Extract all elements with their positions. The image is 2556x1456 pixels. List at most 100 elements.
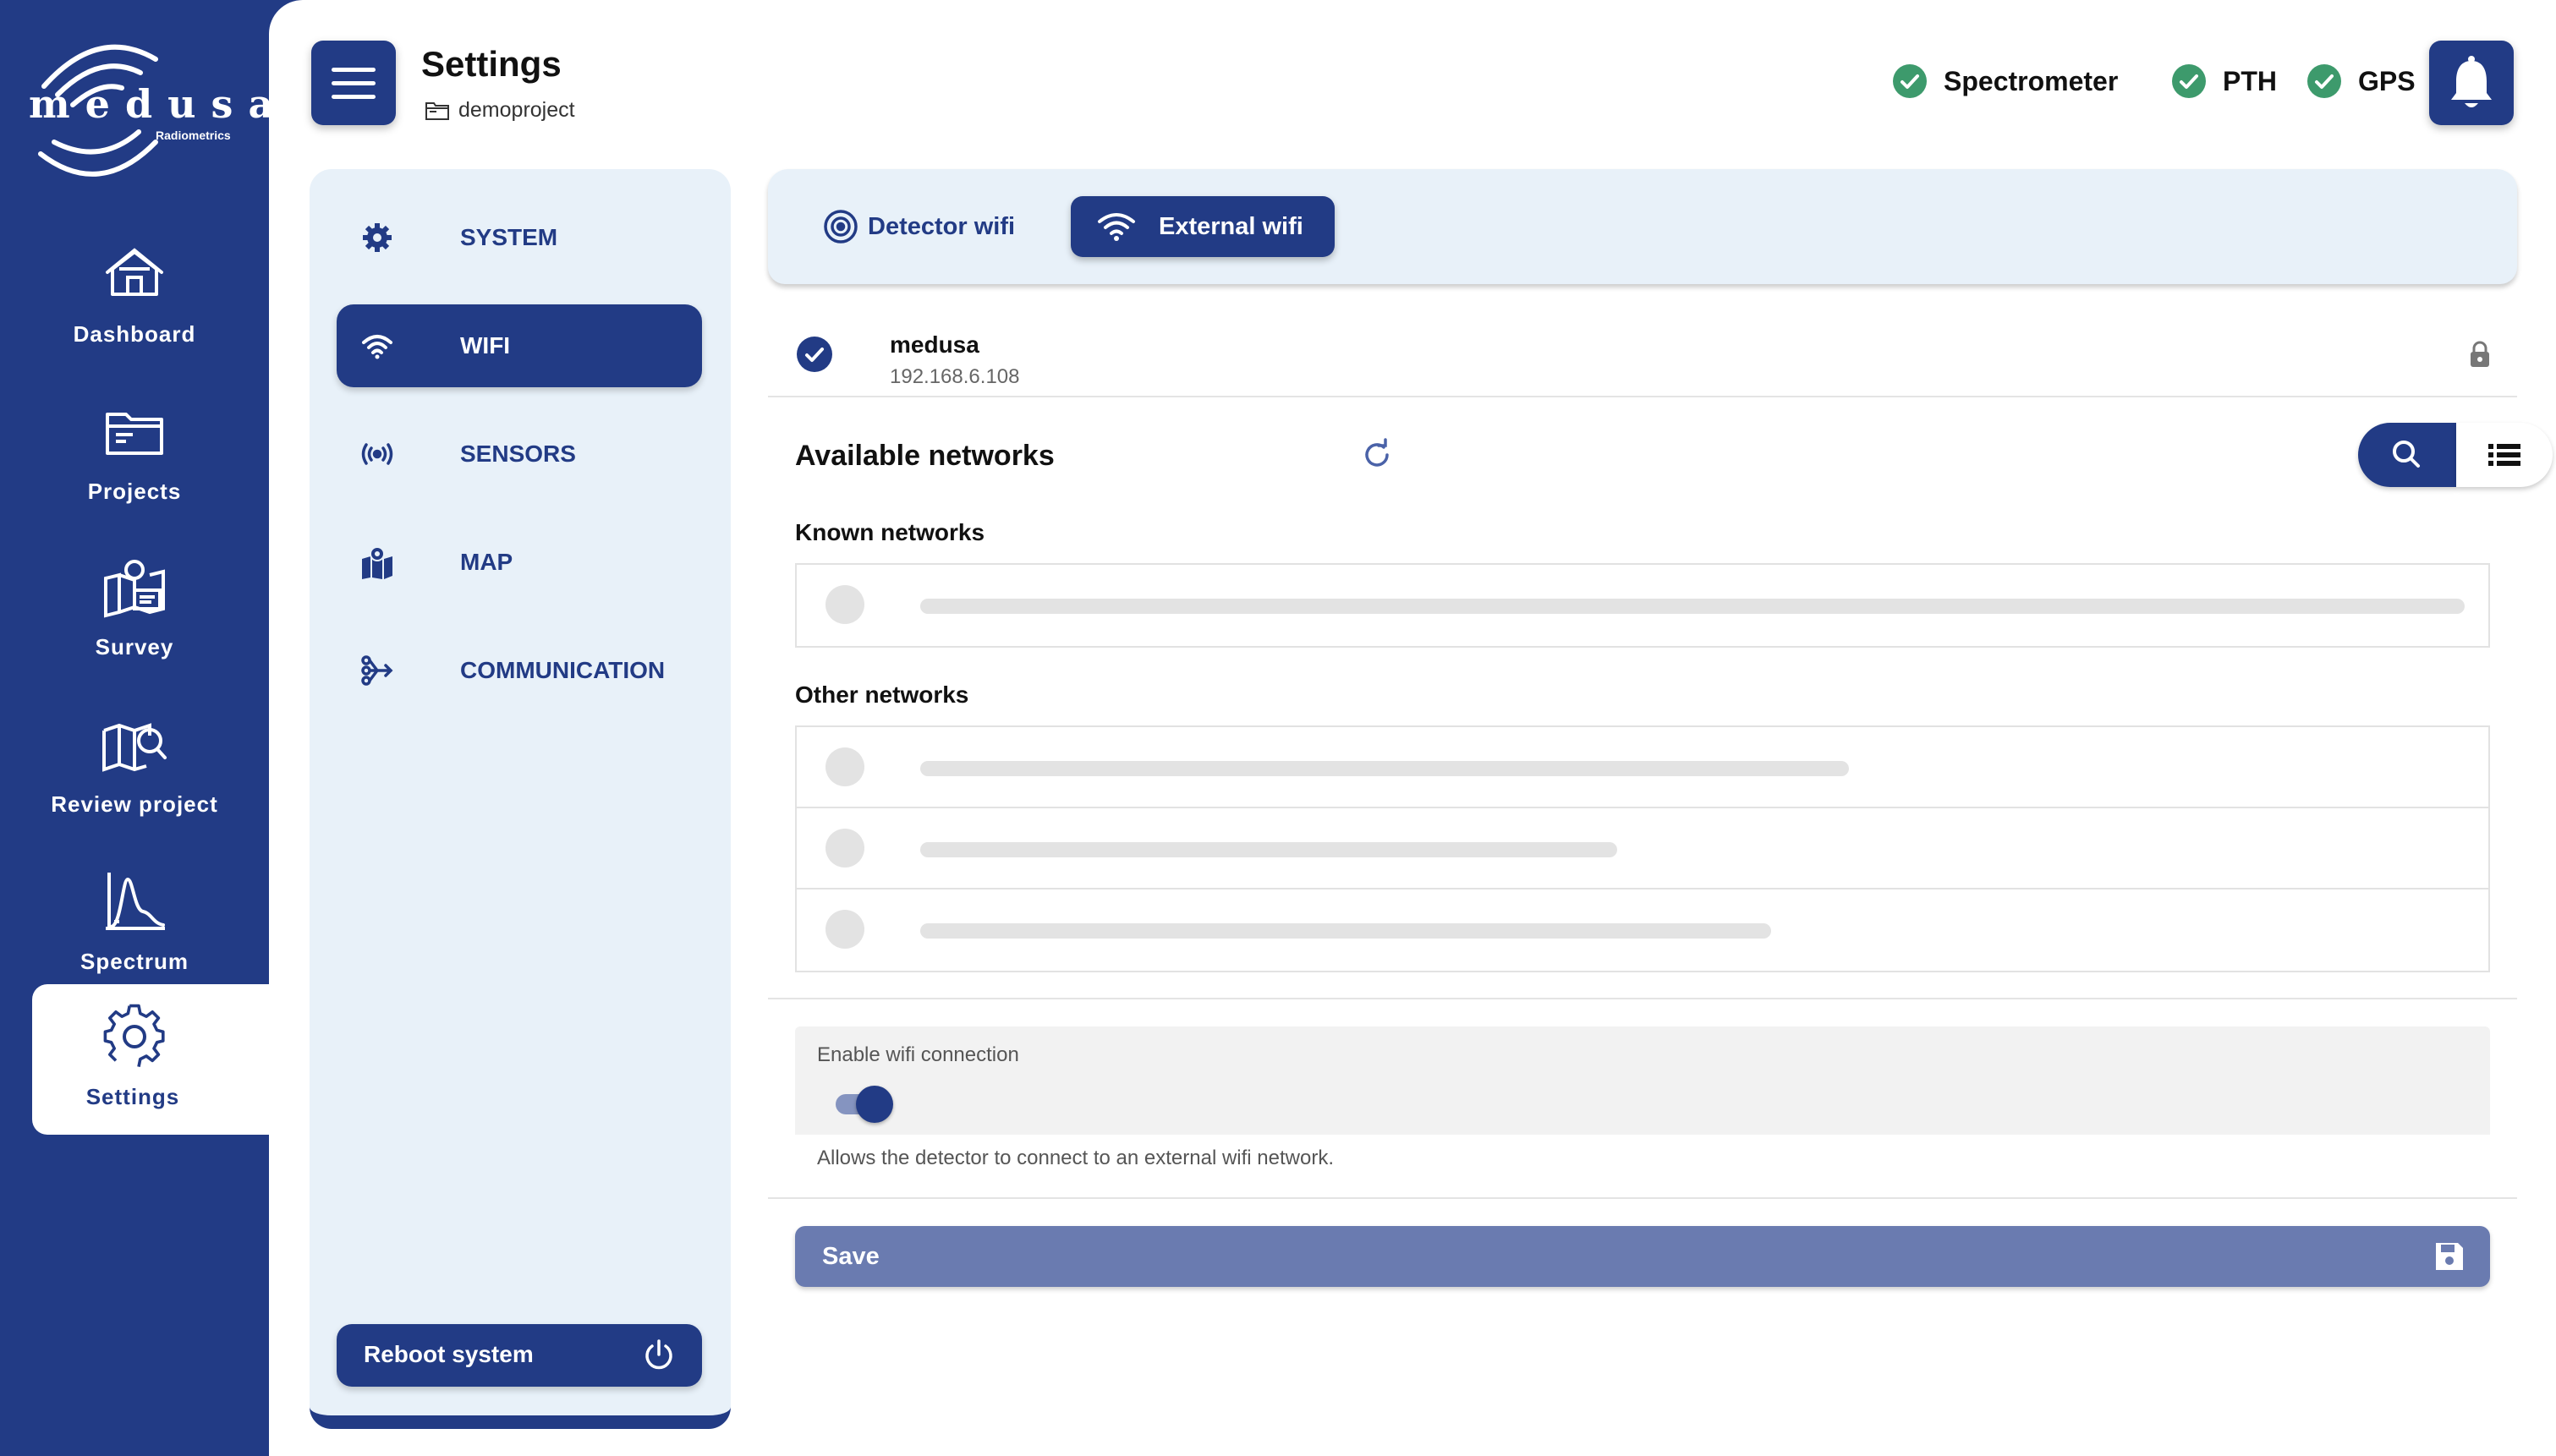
nav-item-survey[interactable]: Survey xyxy=(0,534,269,685)
hamburger-icon xyxy=(332,68,376,72)
gear-icon xyxy=(103,1004,165,1067)
status-label: Spectrometer xyxy=(1944,65,2119,96)
known-networks-list xyxy=(795,563,2490,648)
list-item-skeleton xyxy=(797,889,2488,971)
known-networks-title: Known networks xyxy=(795,519,985,545)
nav-item-review-project[interactable]: Review project xyxy=(0,692,269,842)
settings-menu-label: COMMUNICATION xyxy=(460,657,666,683)
settings-menu-system[interactable]: SYSTEM xyxy=(337,196,702,279)
tab-detector-wifi[interactable]: Detector wifi xyxy=(810,196,1081,257)
status-label: PTH xyxy=(2223,65,2277,96)
other-networks-list xyxy=(795,725,2490,972)
folder-icon xyxy=(106,413,163,455)
list-item-skeleton xyxy=(797,808,2488,889)
current-project: demoproject xyxy=(425,98,575,123)
brand-name: medusa xyxy=(29,81,289,127)
brand-subtitle: Radiometrics xyxy=(156,129,231,142)
wifi-settings-panel: Detector wifi External wifi medusa 192.1… xyxy=(768,169,2553,1420)
nav-label: Dashboard xyxy=(73,321,196,347)
main-area: Settings demoproject Spectrometer PTH GP… xyxy=(269,0,2556,1456)
notifications-button[interactable] xyxy=(2429,41,2514,125)
settings-menu: SYSTEM WIFI SENSORS MAP COMMUNICATION Re… xyxy=(310,169,731,1429)
home-icon xyxy=(106,248,163,296)
connected-ip: 192.168.6.108 xyxy=(890,365,1020,388)
nav-item-settings[interactable]: Settings xyxy=(32,984,286,1135)
refresh-icon[interactable] xyxy=(1360,438,1394,472)
skeleton-bar xyxy=(920,599,2465,614)
check-circle-icon xyxy=(797,337,832,372)
skeleton-bar xyxy=(920,923,1771,939)
nav-label: Review project xyxy=(51,791,218,817)
status-gps: GPS xyxy=(2307,64,2416,98)
settings-menu-sensors[interactable]: SENSORS xyxy=(337,413,702,495)
toggle-knob xyxy=(856,1086,893,1123)
skeleton-dot xyxy=(825,747,864,786)
list-icon xyxy=(2488,444,2520,466)
save-label: Save xyxy=(822,1243,880,1270)
list-toggle-button[interactable] xyxy=(2456,423,2553,487)
wifi-icon xyxy=(362,335,392,359)
survey-map-icon xyxy=(104,560,165,618)
status-pth: PTH xyxy=(2172,64,2277,98)
folder-icon xyxy=(425,102,449,121)
nav-item-spectrum[interactable]: Spectrum xyxy=(0,849,269,999)
project-name: demoproject xyxy=(458,98,575,122)
tab-label: External wifi xyxy=(1159,213,1303,240)
nav-label: Settings xyxy=(85,1084,180,1109)
tab-external-wifi[interactable]: External wifi xyxy=(1071,196,1335,257)
view-toggle xyxy=(2358,423,2553,487)
nav-rail: medusa Radiometrics Dashboard Projects S… xyxy=(0,0,289,1456)
reboot-system-button[interactable]: Reboot system xyxy=(337,1324,702,1387)
list-item-skeleton xyxy=(797,727,2488,808)
check-circle-icon xyxy=(1893,64,1927,98)
page-title: Settings xyxy=(421,44,562,84)
network-icon xyxy=(361,655,393,686)
reboot-label: Reboot system xyxy=(364,1341,534,1367)
status-label: GPS xyxy=(2358,65,2416,96)
other-networks-title: Other networks xyxy=(795,681,969,708)
settings-menu-communication[interactable]: COMMUNICATION xyxy=(337,629,702,712)
cog-icon xyxy=(363,223,392,252)
connected-network[interactable]: medusa 192.168.6.108 xyxy=(768,313,2517,397)
enable-wifi-toggle[interactable] xyxy=(836,1086,895,1123)
skeleton-dot xyxy=(825,829,864,868)
check-circle-icon xyxy=(2172,64,2206,98)
search-icon xyxy=(2393,441,2420,468)
settings-menu-label: SYSTEM xyxy=(460,224,558,250)
tab-label: Detector wifi xyxy=(868,213,1016,240)
available-networks-title: Available networks xyxy=(795,440,1055,472)
map-pin-icon xyxy=(362,546,392,579)
enable-wifi-helper: Allows the detector to connect to an ext… xyxy=(817,1147,1334,1169)
enable-wifi-field: Enable wifi connection xyxy=(795,1026,2490,1135)
brand-logo: medusa Radiometrics xyxy=(22,34,289,186)
save-button[interactable]: Save xyxy=(795,1226,2490,1287)
hamburger-icon xyxy=(332,81,376,85)
hamburger-icon xyxy=(332,95,376,99)
connected-ssid: medusa xyxy=(890,331,979,358)
bell-icon xyxy=(2451,56,2492,107)
skeleton-bar xyxy=(920,761,1849,776)
menu-button[interactable] xyxy=(311,41,396,125)
check-circle-icon xyxy=(2307,64,2341,98)
divider xyxy=(768,1197,2517,1199)
wifi-tabs: Detector wifi External wifi xyxy=(768,169,2517,284)
nav-label: Spectrum xyxy=(80,949,189,974)
settings-menu-label: SENSORS xyxy=(460,441,576,467)
search-toggle-button[interactable] xyxy=(2358,423,2456,487)
settings-menu-map[interactable]: MAP xyxy=(337,521,702,604)
settings-menu-label: MAP xyxy=(460,549,513,575)
floppy-disk-icon xyxy=(2436,1243,2463,1270)
skeleton-dot xyxy=(825,585,864,624)
status-spectrometer: Spectrometer xyxy=(1893,64,2118,98)
nav-item-projects[interactable]: Projects xyxy=(0,379,269,529)
list-item-skeleton xyxy=(797,565,2488,646)
access-point-icon xyxy=(824,210,858,244)
wifi-icon xyxy=(1098,213,1135,241)
map-search-icon xyxy=(102,723,167,772)
power-icon xyxy=(645,1339,672,1370)
nav-label: Survey xyxy=(95,634,174,660)
settings-menu-wifi[interactable]: WIFI xyxy=(337,304,702,387)
nav-item-dashboard[interactable]: Dashboard xyxy=(0,222,269,372)
enable-wifi-label: Enable wifi connection xyxy=(817,1043,1019,1066)
lock-icon xyxy=(2471,341,2489,367)
